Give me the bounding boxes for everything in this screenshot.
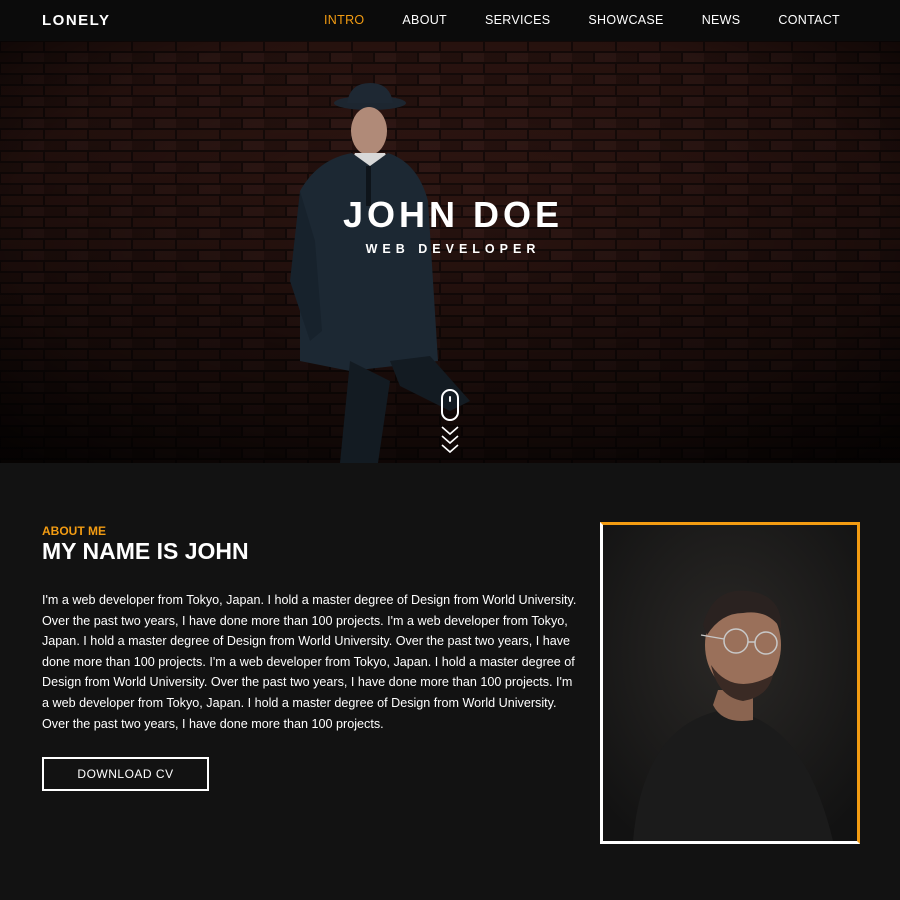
nav-item-contact[interactable]: CONTACT [778, 13, 840, 27]
about-description: I'm a web developer from Tokyo, Japan. I… [42, 593, 577, 731]
hero-name: JOHN DOE [342, 194, 564, 235]
nav-item-services[interactable]: SERVICES [485, 13, 550, 27]
about-section: ABOUT ME MY NAME IS JOHN I'm a web devel… [0, 463, 900, 900]
download-cv-button[interactable]: DOWNLOAD CV [42, 757, 209, 791]
hero-section: JOHN DOE WEB DEVELOPER [0, 41, 900, 463]
chevron-down-icon[interactable] [440, 425, 460, 457]
about-heading: MY NAME IS JOHN [42, 538, 249, 564]
mouse-wheel [449, 396, 451, 402]
nav-item-intro[interactable]: INTRO [324, 13, 364, 27]
hero-role: WEB DEVELOPER [365, 242, 541, 256]
profile-photo [603, 525, 857, 841]
nav-menu: INTRO ABOUT SERVICES SHOWCASE NEWS CONTA… [286, 13, 840, 27]
about-tag: ABOUT ME [42, 524, 106, 538]
nav-item-news[interactable]: NEWS [702, 13, 741, 27]
profile-photo-frame [600, 522, 860, 844]
mouse-scroll-icon[interactable] [441, 389, 459, 421]
nav-item-showcase[interactable]: SHOWCASE [588, 13, 663, 27]
top-navbar: LONELY INTRO ABOUT SERVICES SHOWCASE NEW… [0, 0, 900, 41]
nav-item-about[interactable]: ABOUT [402, 13, 447, 27]
site-logo[interactable]: LONELY [42, 12, 110, 29]
